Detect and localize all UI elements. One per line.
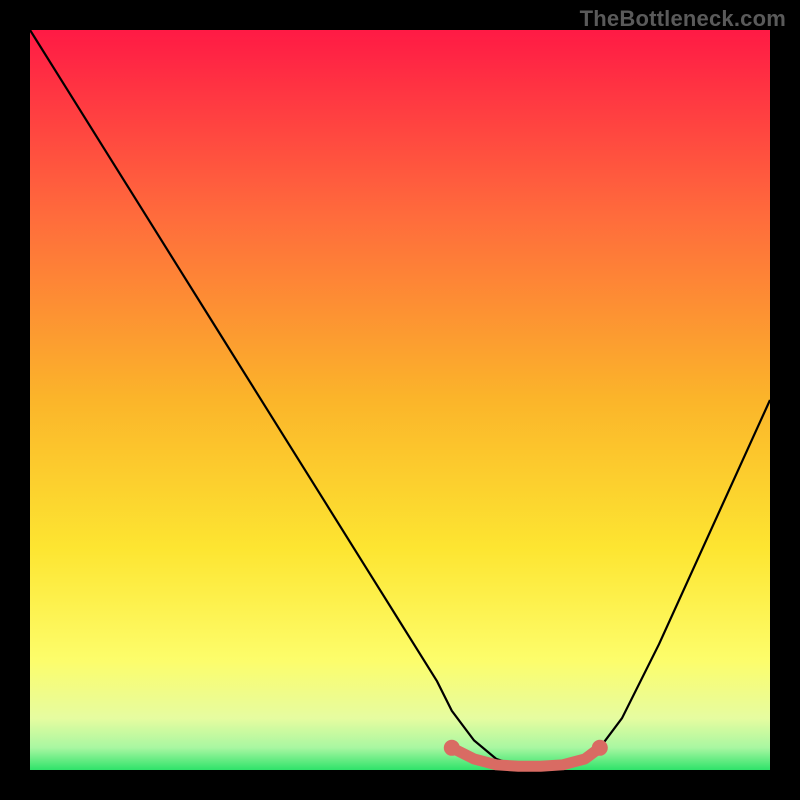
chart-container: TheBottleneck.com	[0, 0, 800, 800]
optimal-range-endpoint	[444, 740, 460, 756]
optimal-range-endpoint	[592, 740, 608, 756]
watermark-text: TheBottleneck.com	[580, 6, 786, 32]
plot-background	[30, 30, 770, 770]
chart-svg	[0, 0, 800, 800]
